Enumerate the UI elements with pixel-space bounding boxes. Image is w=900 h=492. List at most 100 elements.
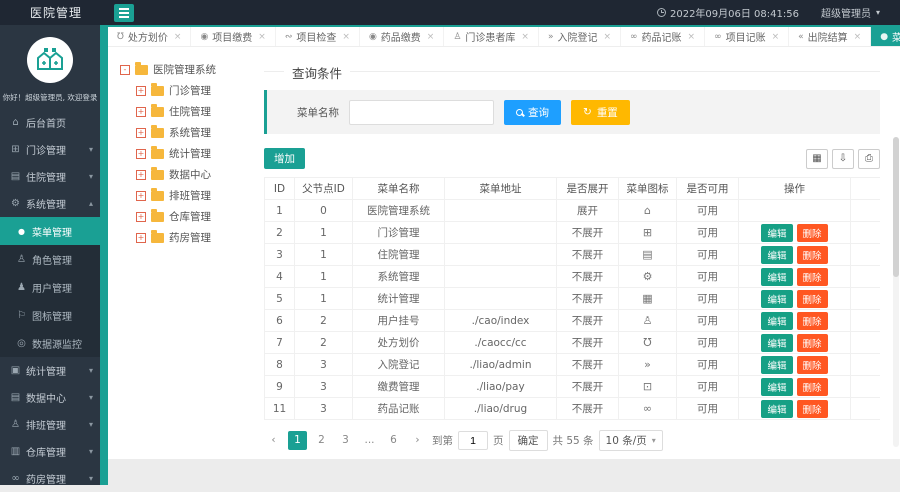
close-icon[interactable]: × <box>603 32 611 42</box>
reset-button[interactable]: ↻ 重置 <box>571 99 630 125</box>
delete-button[interactable]: 删除 <box>796 311 828 330</box>
edit-button[interactable]: 编辑 <box>761 289 793 308</box>
tree-root[interactable]: - 医院管理系统 <box>120 59 258 80</box>
close-icon[interactable]: × <box>688 32 696 42</box>
sidebar: 你好！超级管理员, 欢迎登录 ⌂ 后台首页 ⊞ 门诊管理 ▾ ▤ 住院管理 ▾ ⚙ 系统管理 ▴ ● 菜… <box>0 25 100 486</box>
page-number[interactable]: 3 <box>336 431 355 450</box>
page-number[interactable]: 2 <box>312 431 331 450</box>
expand-icon[interactable]: + <box>136 127 146 138</box>
delete-button[interactable]: 删除 <box>796 289 828 308</box>
tab-菜单管理[interactable]: ●菜单管理× <box>871 27 900 46</box>
delete-button[interactable]: 删除 <box>796 333 828 352</box>
column-header: 是否可用 <box>676 177 739 200</box>
tab-入院登记[interactable]: » 入院登记 × <box>539 27 622 46</box>
delete-button[interactable]: 删除 <box>796 223 828 242</box>
tab-处方划价[interactable]: ℧ 处方划价 × <box>108 27 192 46</box>
close-icon[interactable]: × <box>342 32 350 42</box>
edit-button[interactable]: 编辑 <box>761 245 793 264</box>
tab-项目缴费[interactable]: ◉ 项目缴费 × <box>191 27 276 46</box>
tab-bar: ℧ 处方划价 × ◉ 项目缴费 × ∾ 项目检查 × ◉ 药品缴费 × ♙ 门诊患者库 ×» 入院登记 × ∞ 药品… <box>108 25 900 47</box>
edit-button[interactable]: 编辑 <box>761 355 793 374</box>
close-icon[interactable]: × <box>258 32 266 42</box>
close-icon[interactable]: × <box>854 32 862 42</box>
expand-icon[interactable]: + <box>136 148 146 159</box>
goto-page-input[interactable] <box>458 431 488 450</box>
sidebar-subitem[interactable]: ⚐ 图标管理 <box>0 301 100 329</box>
expand-icon[interactable]: + <box>136 106 146 117</box>
add-button[interactable]: 增加 <box>264 148 305 169</box>
search-button[interactable]: 查询 <box>504 99 561 125</box>
tab-药品缴费[interactable]: ◉ 药品缴费 × <box>360 27 445 46</box>
tab-出院结算[interactable]: «出院结算 × <box>789 27 872 46</box>
tree-node[interactable]: + 数据中心 <box>136 164 258 185</box>
delete-button[interactable]: 删除 <box>796 355 828 374</box>
tree-node[interactable]: + 仓库管理 <box>136 206 258 227</box>
tree-node[interactable]: + 排班管理 <box>136 185 258 206</box>
edit-button[interactable]: 编辑 <box>761 223 793 242</box>
tree-node[interactable]: + 统计管理 <box>136 143 258 164</box>
sidebar-item[interactable]: ⊞ 门诊管理 ▾ <box>0 136 100 163</box>
collapse-icon[interactable]: - <box>120 64 130 75</box>
page-number[interactable]: 1 <box>288 431 307 450</box>
sidebar-subitem[interactable]: ♙ 角色管理 <box>0 245 100 273</box>
sidebar-item[interactable]: ▥ 仓库管理 ▾ <box>0 438 100 465</box>
expand-icon[interactable]: + <box>136 85 146 96</box>
sidebar-item[interactable]: ▤ 数据中心 ▾ <box>0 384 100 411</box>
tab-项目记账[interactable]: ∞ 项目记账 × <box>705 27 790 46</box>
cell-available: 可用 <box>676 331 739 354</box>
edit-button[interactable]: 编辑 <box>761 267 793 286</box>
sidebar-subitem[interactable]: ● 菜单管理 <box>0 217 100 245</box>
sidebar-item[interactable]: ▤ 住院管理 ▾ <box>0 163 100 190</box>
cell-id: 6 <box>264 309 295 332</box>
tab-药品记账[interactable]: ∞ 药品记账 × <box>621 27 706 46</box>
user-dropdown[interactable]: 超级管理员 ▾ <box>821 5 880 20</box>
menu-table: ID 父节点ID 菜单名称 菜单地址 是否展开 菜单图标 是否可用 操作 1 0 医院管理系统 展开… <box>264 177 880 420</box>
menu-name-input[interactable] <box>349 99 494 125</box>
tree-node[interactable]: + 住院管理 <box>136 101 258 122</box>
edit-button[interactable]: 编辑 <box>761 333 793 352</box>
delete-button[interactable]: 删除 <box>796 399 828 418</box>
vertical-scrollbar[interactable] <box>893 137 899 447</box>
hamburger-menu-icon[interactable] <box>114 3 134 22</box>
page-number[interactable]: ... <box>360 431 379 450</box>
cell-expand: 不展开 <box>556 353 619 376</box>
per-page-select[interactable]: 10 条/页 ▾ <box>598 430 663 451</box>
expand-icon[interactable]: + <box>136 190 146 201</box>
tree-node[interactable]: + 药房管理 <box>136 227 258 248</box>
expand-icon[interactable]: + <box>136 232 146 243</box>
prev-page-icon[interactable]: ‹ <box>264 431 283 450</box>
circle_dot-icon: ◉ <box>200 31 209 42</box>
sidebar-item[interactable]: ▣ 统计管理 ▾ <box>0 357 100 384</box>
sidebar-item[interactable]: ⌂ 后台首页 <box>0 109 100 136</box>
section-title: 查询条件 <box>264 63 880 82</box>
expand-icon[interactable]: + <box>136 211 146 222</box>
sidebar-item[interactable]: ⚙ 系统管理 ▴ <box>0 190 100 217</box>
sidebar-item[interactable]: ♙ 排班管理 ▾ <box>0 411 100 438</box>
delete-button[interactable]: 删除 <box>796 267 828 286</box>
edit-button[interactable]: 编辑 <box>761 377 793 396</box>
columns-icon[interactable]: ▦ <box>806 148 828 169</box>
expand-icon[interactable]: + <box>136 169 146 180</box>
delete-button[interactable]: 删除 <box>796 245 828 264</box>
print-icon[interactable]: ⎙ <box>858 148 880 169</box>
column-header: 菜单图标 <box>618 177 677 200</box>
cell-expand: 不展开 <box>556 331 619 354</box>
close-icon[interactable]: × <box>521 32 529 42</box>
next-page-icon[interactable]: › <box>408 431 427 450</box>
edit-button[interactable]: 编辑 <box>761 311 793 330</box>
tab-项目检查[interactable]: ∾ 项目检查 × <box>276 27 360 46</box>
sidebar-subitem[interactable]: ◎ 数据源监控 <box>0 329 100 357</box>
page-number[interactable]: 6 <box>384 431 403 450</box>
delete-button[interactable]: 删除 <box>796 377 828 396</box>
sidebar-item[interactable]: ∞ 药房管理 ▾ <box>0 465 100 492</box>
tree-node[interactable]: + 门诊管理 <box>136 80 258 101</box>
close-icon[interactable]: × <box>772 32 780 42</box>
export-icon[interactable]: ⇩ <box>832 148 854 169</box>
close-icon[interactable]: × <box>174 32 182 42</box>
sidebar-subitem[interactable]: ♟ 用户管理 <box>0 273 100 301</box>
tree-node[interactable]: + 系统管理 <box>136 122 258 143</box>
close-icon[interactable]: × <box>427 32 435 42</box>
edit-button[interactable]: 编辑 <box>761 399 793 418</box>
confirm-button[interactable]: 确定 <box>508 430 548 451</box>
tab-门诊患者库[interactable]: ♙ 门诊患者库 × <box>444 27 539 46</box>
